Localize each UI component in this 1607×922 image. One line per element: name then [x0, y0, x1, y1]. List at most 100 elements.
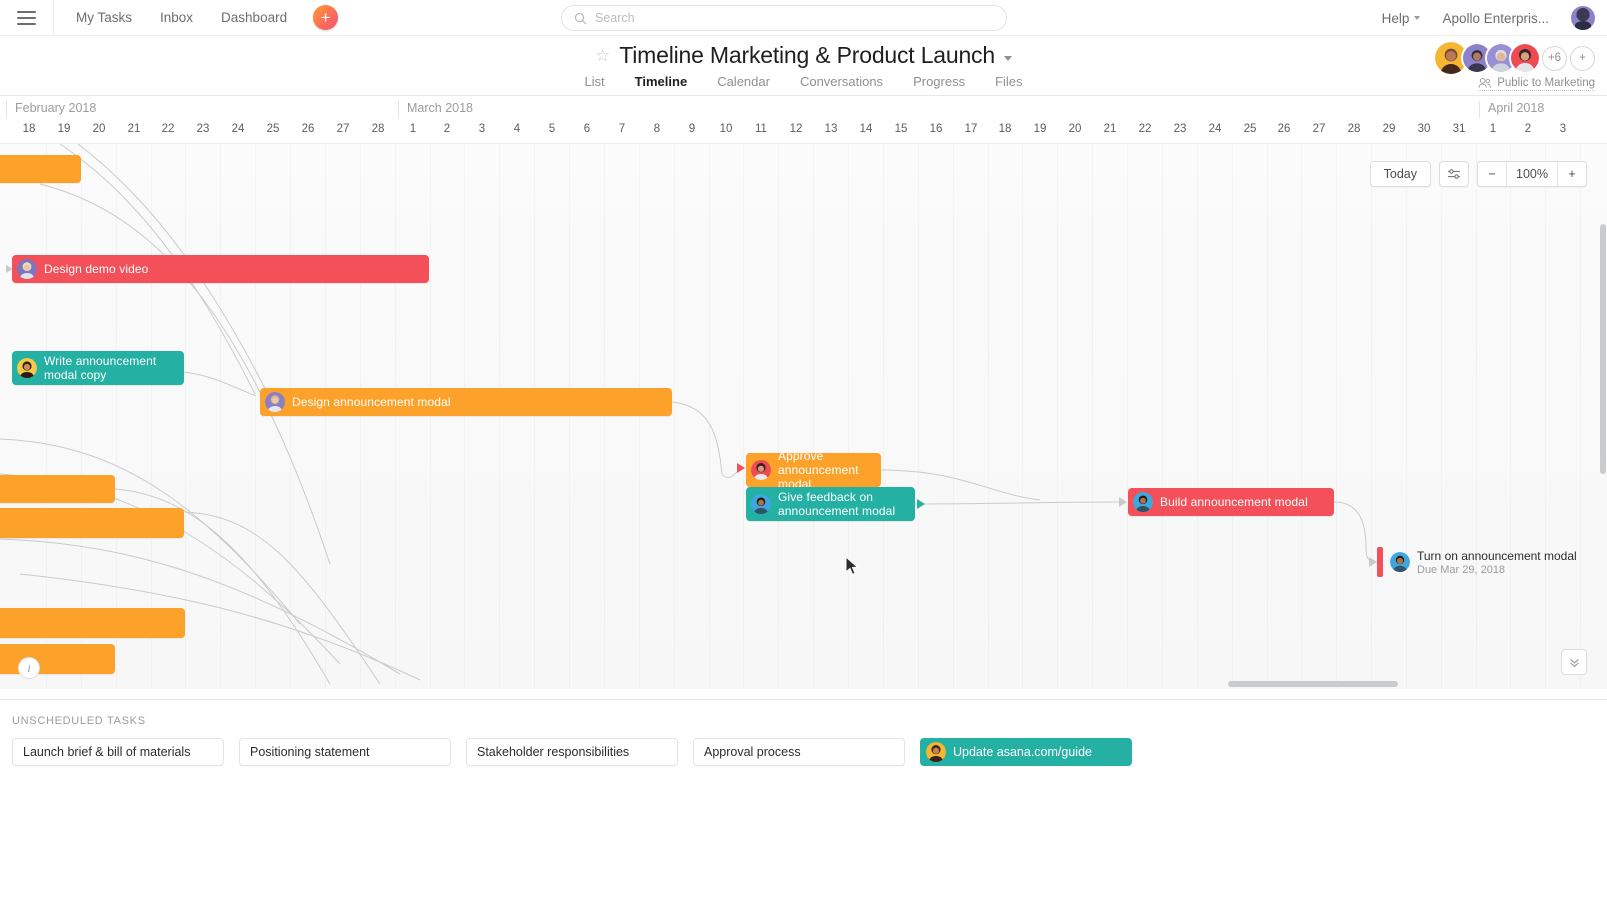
bar-write-announcement-modal-copy[interactable]: Write announcement modal copy	[12, 351, 184, 385]
sliders-icon[interactable]	[1439, 161, 1469, 187]
day-label: 23	[196, 123, 210, 135]
horizontal-scrollbar-thumb[interactable]	[1228, 681, 1398, 687]
day-label: 2	[443, 123, 451, 135]
timeline-canvas[interactable]: Design demo video Write announcement moda…	[0, 144, 1607, 689]
gridline	[743, 144, 744, 689]
horizontal-scrollbar[interactable]	[0, 679, 1607, 689]
task-bar-label: Approve announcement modal	[778, 453, 859, 487]
project-title-row: ☆ Timeline Marketing & Product Launch	[0, 36, 1607, 69]
nav-dashboard[interactable]: Dashboard	[221, 10, 287, 25]
search-placeholder: Search	[595, 11, 635, 25]
task-assignee-avatar[interactable]	[17, 358, 37, 378]
gridline	[848, 144, 849, 689]
gridline	[1162, 144, 1163, 689]
vertical-scrollbar[interactable]	[1600, 224, 1606, 474]
zoom-in-button[interactable]: +	[1558, 162, 1586, 186]
task-bar-label: Give feedback on announcement modal	[778, 489, 896, 518]
bar-partial-left-c[interactable]	[0, 608, 185, 638]
project-header: ☆ Timeline Marketing & Product Launch Li…	[0, 36, 1607, 98]
task-bar-label: Design announcement modal	[292, 394, 451, 409]
zoom-group: − 100% +	[1477, 161, 1587, 187]
task-assignee-avatar[interactable]	[926, 742, 946, 762]
tab-list[interactable]: List	[584, 74, 604, 98]
bar-design-demo-video[interactable]: Design demo video	[12, 255, 429, 283]
day-label: 8	[653, 123, 661, 135]
task-assignee-avatar[interactable]	[751, 460, 771, 480]
tab-files[interactable]: Files	[995, 74, 1022, 98]
member-overflow-count[interactable]: +6	[1542, 45, 1567, 71]
task-bar-label: Build announcement modal	[1160, 494, 1308, 509]
search-input[interactable]: Search	[561, 5, 1007, 31]
day-label: 25	[266, 123, 280, 135]
zoom-out-button[interactable]: −	[1478, 162, 1506, 186]
gridline	[1545, 144, 1546, 689]
top-navigation-bar: My Tasks Inbox Dashboard + Search Help A…	[0, 0, 1607, 36]
zoom-level-value[interactable]: 100%	[1506, 162, 1558, 186]
day-label: 27	[336, 123, 350, 135]
unscheduled-task-chip[interactable]: Update asana.com/guide	[920, 738, 1132, 766]
bar-partial-top[interactable]	[0, 155, 81, 183]
project-members-area: +6 + Public to Marketing	[1435, 42, 1595, 91]
day-label: 4	[513, 123, 521, 135]
unscheduled-tasks-panel: UNSCHEDULED TASKS Launch brief & bill of…	[0, 699, 1607, 922]
task-assignee-avatar[interactable]	[265, 392, 285, 412]
gridline	[360, 144, 361, 689]
tab-calendar[interactable]: Calendar	[717, 74, 770, 98]
day-label: 5	[548, 123, 556, 135]
day-label: 26	[1277, 123, 1291, 135]
bar-design-announcement-modal[interactable]: Design announcement modal	[260, 388, 672, 416]
tab-conversations[interactable]: Conversations	[800, 74, 883, 98]
tab-timeline[interactable]: Timeline	[634, 74, 688, 98]
milestone-assignee-avatar[interactable]	[1390, 552, 1410, 572]
bar-partial-left-a[interactable]	[0, 475, 115, 503]
gridline	[534, 144, 535, 689]
unscheduled-task-chip[interactable]: Approval process	[693, 738, 905, 766]
nav-my-tasks[interactable]: My Tasks	[76, 10, 132, 25]
day-label: 9	[688, 123, 696, 135]
project-menu-chevron-down-icon[interactable]	[1003, 56, 1012, 61]
dependency-lines	[0, 144, 1377, 685]
member-avatar-4[interactable]	[1511, 44, 1539, 72]
unscheduled-tasks-title: UNSCHEDULED TASKS	[12, 715, 146, 727]
bar-partial-left-b[interactable]	[0, 508, 184, 538]
page-title: Timeline Marketing & Product Launch	[619, 42, 995, 68]
help-label: Help	[1381, 10, 1410, 26]
bar-approve-announcement-modal[interactable]: Approve announcement modal	[746, 453, 881, 487]
unscheduled-task-chip[interactable]: Launch brief & bill of materials	[12, 738, 224, 766]
bar-build-announcement-modal[interactable]: Build announcement modal	[1128, 488, 1334, 516]
gridline	[569, 144, 570, 689]
task-assignee-avatar[interactable]	[17, 259, 37, 279]
quick-add-button[interactable]: +	[313, 5, 339, 30]
star-icon[interactable]: ☆	[595, 47, 610, 64]
gridline	[430, 144, 431, 689]
task-assignee-avatar[interactable]	[1133, 492, 1153, 512]
milestone-turn-on-announcement-modal[interactable]: Turn on announcement modal Due Mar 29, 2…	[1377, 547, 1577, 577]
gridline	[395, 144, 396, 689]
project-privacy-setting[interactable]: Public to Marketing	[1478, 77, 1595, 91]
help-menu[interactable]: Help	[1382, 11, 1421, 26]
bar-give-feedback-on-announcement-modal[interactable]: Give feedback on announcement modal	[746, 487, 915, 521]
info-icon[interactable]: i	[18, 657, 40, 679]
collapse-panel-button[interactable]	[1561, 649, 1587, 675]
task-assignee-avatar[interactable]	[751, 494, 771, 514]
gridline	[813, 144, 814, 689]
gridline	[1580, 144, 1581, 689]
day-label: 28	[1347, 123, 1361, 135]
gridline	[639, 144, 640, 689]
workspace-label: Apollo Enterpris...	[1442, 10, 1549, 26]
workspace-switcher[interactable]: Apollo Enterpris...	[1442, 11, 1549, 26]
today-button[interactable]: Today	[1369, 161, 1431, 187]
unscheduled-task-chip[interactable]: Positioning statement	[239, 738, 451, 766]
current-user-avatar[interactable]	[1571, 6, 1595, 30]
gridline	[325, 144, 326, 689]
day-label: 18	[22, 123, 36, 135]
gridline	[1476, 144, 1477, 689]
member-avatar-stack: +6 +	[1435, 42, 1595, 74]
gridline	[604, 144, 605, 689]
hamburger-menu-icon[interactable]	[0, 0, 54, 36]
nav-inbox[interactable]: Inbox	[160, 10, 193, 25]
add-member-button[interactable]: +	[1570, 45, 1595, 71]
unscheduled-task-chip[interactable]: Stakeholder responsibilities	[466, 738, 678, 766]
tab-progress[interactable]: Progress	[913, 74, 965, 98]
gridline	[1336, 144, 1337, 689]
